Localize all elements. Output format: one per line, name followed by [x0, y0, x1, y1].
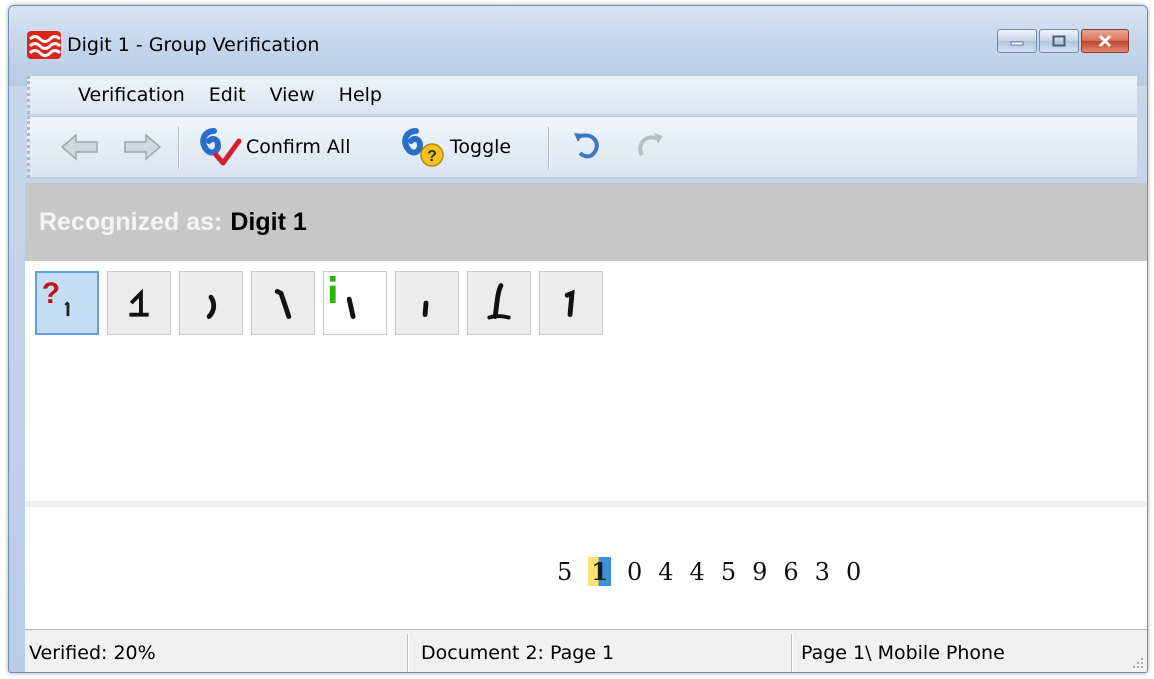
undo-icon — [574, 133, 599, 159]
undo-button[interactable] — [568, 117, 608, 177]
recognized-as-prefix: Recognized as: — [39, 207, 223, 236]
question-mark-icon: ? — [42, 277, 70, 317]
confirm-all-label: Confirm All — [246, 136, 351, 158]
source-digit: 5 — [557, 558, 573, 586]
source-digit: 4 — [658, 558, 674, 586]
toolbar-separator — [178, 127, 179, 169]
redo-icon — [638, 133, 663, 157]
menu-view[interactable]: View — [258, 84, 327, 106]
handwritten-one-image — [129, 288, 149, 317]
character-thumb[interactable] — [179, 271, 243, 335]
menu-verification[interactable]: Verification — [66, 84, 197, 106]
confirm-all-icon — [200, 128, 242, 166]
status-verified: Verified: 20% — [29, 641, 156, 664]
character-thumb[interactable] — [251, 271, 315, 335]
source-digit: 6 — [783, 558, 799, 586]
green-i-marker-icon — [329, 275, 356, 319]
source-digit: 0 — [626, 558, 643, 586]
recognized-as-header: Recognized as: Digit 1 — [25, 183, 1147, 261]
status-location: Page 1\ Mobile Phone — [801, 641, 1005, 664]
arrow-right-icon — [124, 133, 162, 161]
resize-grip-icon[interactable] — [1131, 656, 1145, 670]
menu-bar: Verification Edit View Help — [27, 76, 1137, 114]
minimize-icon — [1010, 41, 1024, 46]
character-thumbnails: ? — [35, 271, 603, 335]
source-digit: 3 — [814, 558, 830, 586]
toolbar-separator — [548, 127, 549, 169]
source-digit-line: 5 1 0 4 4 5 9 6 3 0 — [557, 557, 861, 586]
title-bar[interactable]: Digit 1 - Group Verification — [9, 6, 1147, 86]
handwritten-one-image — [274, 288, 292, 319]
back-button[interactable] — [60, 117, 100, 177]
status-document: Document 2: Page 1 — [421, 641, 615, 664]
handwritten-one-image — [206, 294, 217, 319]
character-thumb[interactable] — [107, 271, 171, 335]
maximize-button[interactable] — [1039, 29, 1079, 53]
status-bar: Verified: 20% Document 2: Page 1 Page 1\… — [25, 629, 1147, 672]
source-digit: 0 — [845, 558, 862, 586]
source-digit: 5 — [720, 558, 737, 586]
window-controls — [997, 29, 1129, 53]
svg-text:?: ? — [427, 148, 437, 165]
stacked-waves-app-icon — [27, 31, 61, 59]
window-title: Digit 1 - Group Verification — [67, 34, 320, 56]
status-separator — [407, 634, 408, 672]
svg-text:?: ? — [42, 277, 60, 310]
toolbar: Confirm All ? Toggle — [27, 116, 1137, 178]
toggle-icon: ? — [402, 128, 444, 167]
source-digit: 9 — [752, 558, 768, 586]
pane-divider — [25, 501, 1147, 507]
recognized-as-value: Digit 1 — [230, 207, 307, 236]
source-digit-highlighted: 1 — [588, 557, 611, 586]
source-digit: 4 — [689, 558, 705, 586]
status-separator — [791, 634, 792, 672]
character-thumb[interactable] — [539, 271, 603, 335]
redo-button[interactable] — [630, 117, 670, 177]
character-thumb[interactable] — [323, 271, 387, 335]
menu-edit[interactable]: Edit — [197, 84, 258, 106]
character-thumb[interactable] — [395, 271, 459, 335]
close-button[interactable] — [1081, 29, 1129, 53]
handwritten-one-image — [422, 300, 429, 318]
handwritten-one-image — [564, 289, 575, 318]
verification-pane: ? 5 1 0 4 4 5 9 6 3 0 — [25, 261, 1147, 629]
handwritten-one-image — [487, 283, 511, 320]
character-thumb[interactable] — [467, 271, 531, 335]
maximize-icon — [1052, 35, 1066, 47]
character-thumb[interactable]: ? — [35, 271, 99, 335]
verification-window: Digit 1 - Group Verification Verificatio… — [8, 5, 1148, 673]
forward-button[interactable] — [122, 117, 162, 177]
toggle-label: Toggle — [450, 136, 512, 158]
minimize-button[interactable] — [997, 29, 1037, 53]
confirm-all-button[interactable]: Confirm All — [196, 117, 350, 177]
arrow-left-icon — [60, 133, 98, 161]
close-icon — [1098, 34, 1112, 48]
toggle-button[interactable]: ? Toggle — [400, 117, 511, 177]
menu-help[interactable]: Help — [327, 84, 394, 106]
